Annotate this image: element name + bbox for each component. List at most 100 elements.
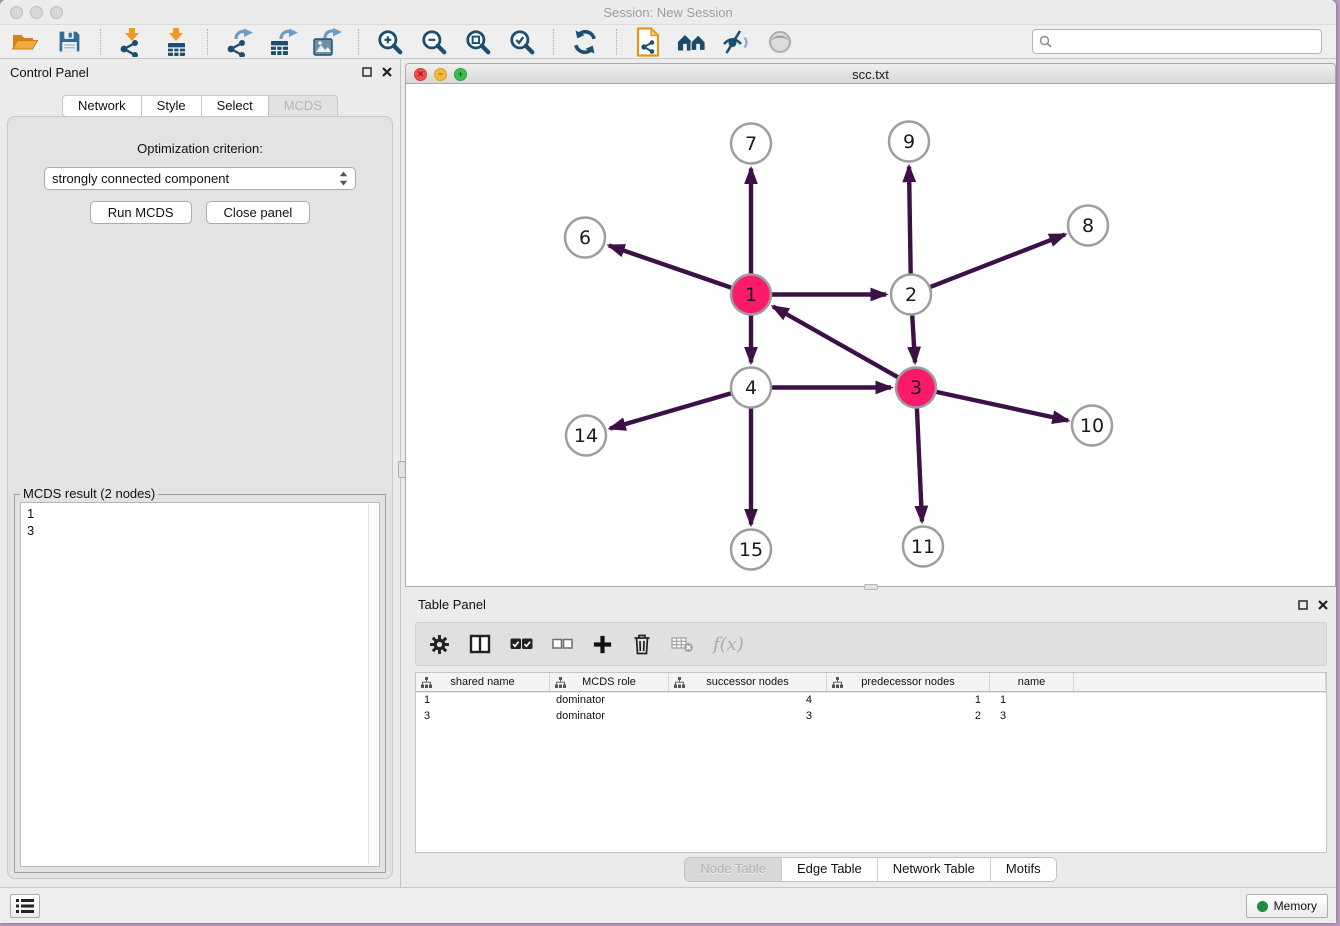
cell-predecessor-nodes[interactable]: 1: [827, 692, 990, 708]
graph-node-label-15: 15: [739, 539, 763, 561]
toggle-visibility-icon[interactable]: [765, 27, 795, 57]
toolbar-separator: [207, 29, 208, 55]
search-field[interactable]: [1032, 29, 1322, 54]
cell-successor-nodes[interactable]: 4: [669, 692, 827, 708]
search-icon: [1039, 35, 1052, 48]
hide-panels-icon[interactable]: [721, 27, 751, 57]
zoom-out-icon[interactable]: [419, 27, 449, 57]
apply-layout-icon[interactable]: [570, 27, 600, 57]
graph-node-label-6: 6: [579, 227, 591, 249]
add-row-icon[interactable]: [592, 634, 613, 655]
column-header-shared-name[interactable]: shared name: [416, 673, 550, 691]
function-builder-icon[interactable]: f(x): [713, 634, 744, 655]
zoom-selected-region-icon[interactable]: [507, 27, 537, 57]
graph-edge-3-10[interactable]: [916, 388, 1068, 421]
zoom-fit-content-icon[interactable]: [463, 27, 493, 57]
cell-mcds-role[interactable]: dominator: [550, 692, 669, 708]
table-row[interactable]: 3 dominator 3 2 3: [416, 708, 1326, 724]
export-table-icon[interactable]: [268, 27, 298, 57]
control-panel-title: Control Panel: [10, 65, 89, 80]
show-all-panels-icon[interactable]: [677, 27, 707, 57]
delete-row-trash-icon[interactable]: [632, 633, 652, 655]
table-panel: Table Panel: [405, 592, 1336, 887]
graph-node-label-11: 11: [911, 536, 935, 558]
memory-button[interactable]: Memory: [1246, 894, 1328, 918]
show-column-icon[interactable]: [469, 634, 491, 654]
mcds-result-box[interactable]: 1 3: [20, 502, 380, 867]
close-table-panel-icon[interactable]: [1318, 600, 1328, 610]
close-panel-icon[interactable]: [382, 67, 392, 77]
column-header-successor-nodes[interactable]: successor nodes: [669, 673, 827, 691]
export-network-icon[interactable]: [224, 27, 254, 57]
tab-node-table[interactable]: Node Table: [685, 858, 781, 881]
table-settings-gear-icon[interactable]: [429, 634, 450, 655]
tab-motifs[interactable]: Motifs: [990, 858, 1056, 881]
column-type-icon: [421, 677, 432, 688]
table-header-row: shared name MCDS role successor nodes pr…: [416, 673, 1326, 692]
memory-label: Memory: [1274, 899, 1317, 913]
graph-edge-3-1[interactable]: [773, 307, 916, 388]
tab-network-table[interactable]: Network Table: [877, 858, 990, 881]
control-panel-tabs: Network Style Select MCDS: [0, 95, 400, 117]
graph-node-label-2: 2: [905, 284, 917, 306]
open-session-icon[interactable]: [10, 27, 40, 57]
dropdown-stepper-icon: [339, 171, 348, 186]
cell-name[interactable]: 3: [990, 708, 1074, 724]
graph-edge-1-6[interactable]: [609, 246, 751, 295]
graph-edge-2-8[interactable]: [911, 235, 1065, 295]
network-canvas-svg: 7968124314101511: [406, 84, 1335, 586]
cell-name[interactable]: 1: [990, 692, 1074, 708]
cell-mcds-role[interactable]: dominator: [550, 708, 669, 724]
cell-shared-name[interactable]: 1: [416, 692, 550, 708]
deselect-all-icon[interactable]: [552, 638, 573, 650]
import-network-from-file-icon[interactable]: [117, 27, 147, 57]
graph-node-label-9: 9: [903, 131, 915, 153]
new-network-from-selection-icon[interactable]: [633, 27, 663, 57]
network-view-window: ✕ − + scc.txt 7968124314101511: [405, 63, 1336, 587]
main-toolbar: [0, 25, 1336, 59]
toolbar-separator: [358, 29, 359, 55]
graph-edge-4-14[interactable]: [610, 388, 751, 429]
tab-select[interactable]: Select: [202, 95, 269, 117]
search-input[interactable]: [1057, 35, 1315, 49]
task-history-button[interactable]: [10, 894, 40, 918]
tab-network[interactable]: Network: [62, 95, 142, 117]
graph-node-label-1: 1: [745, 284, 757, 306]
horizontal-splitter-grip[interactable]: [864, 584, 878, 590]
criterion-dropdown[interactable]: strongly connected component: [44, 167, 356, 190]
table-row[interactable]: 1 dominator 4 1 1: [416, 692, 1326, 708]
mcds-panel: Optimization criterion: strongly connect…: [7, 116, 393, 879]
toolbar-separator: [553, 29, 554, 55]
column-type-icon: [832, 677, 843, 688]
graph-node-label-7: 7: [745, 133, 757, 155]
close-panel-button[interactable]: Close panel: [206, 201, 311, 224]
tab-style[interactable]: Style: [142, 95, 202, 117]
mcds-result-group: MCDS result (2 nodes) 1 3: [14, 494, 386, 873]
tab-edge-table[interactable]: Edge Table: [781, 858, 877, 881]
run-mcds-button[interactable]: Run MCDS: [90, 201, 192, 224]
column-type-icon: [674, 677, 685, 688]
delete-table-icon[interactable]: [671, 635, 694, 653]
float-panel-icon[interactable]: [362, 67, 372, 77]
result-scrollbar[interactable]: [368, 504, 378, 865]
column-header-name[interactable]: name: [990, 673, 1074, 691]
status-bar: Memory: [0, 887, 1336, 923]
cell-shared-name[interactable]: 3: [416, 708, 550, 724]
column-header-mcds-role[interactable]: MCDS role: [550, 673, 669, 691]
zoom-in-icon[interactable]: [375, 27, 405, 57]
import-table-from-file-icon[interactable]: [161, 27, 191, 57]
cell-predecessor-nodes[interactable]: 2: [827, 708, 990, 724]
network-window-titlebar[interactable]: ✕ − + scc.txt: [405, 63, 1336, 84]
save-session-icon[interactable]: [54, 27, 84, 57]
optimization-criterion-label: Optimization criterion:: [8, 141, 392, 156]
application-window: Session: New Session: [0, 0, 1336, 923]
cell-successor-nodes[interactable]: 3: [669, 708, 827, 724]
float-table-panel-icon[interactable]: [1298, 600, 1308, 610]
toolbar-separator: [616, 29, 617, 55]
network-canvas[interactable]: 7968124314101511: [405, 84, 1336, 587]
table-toolbar: f(x): [415, 622, 1327, 666]
select-all-icon[interactable]: [510, 637, 533, 651]
export-image-icon[interactable]: [312, 27, 342, 57]
tab-mcds[interactable]: MCDS: [269, 95, 338, 117]
column-header-predecessor-nodes[interactable]: predecessor nodes: [827, 673, 990, 691]
